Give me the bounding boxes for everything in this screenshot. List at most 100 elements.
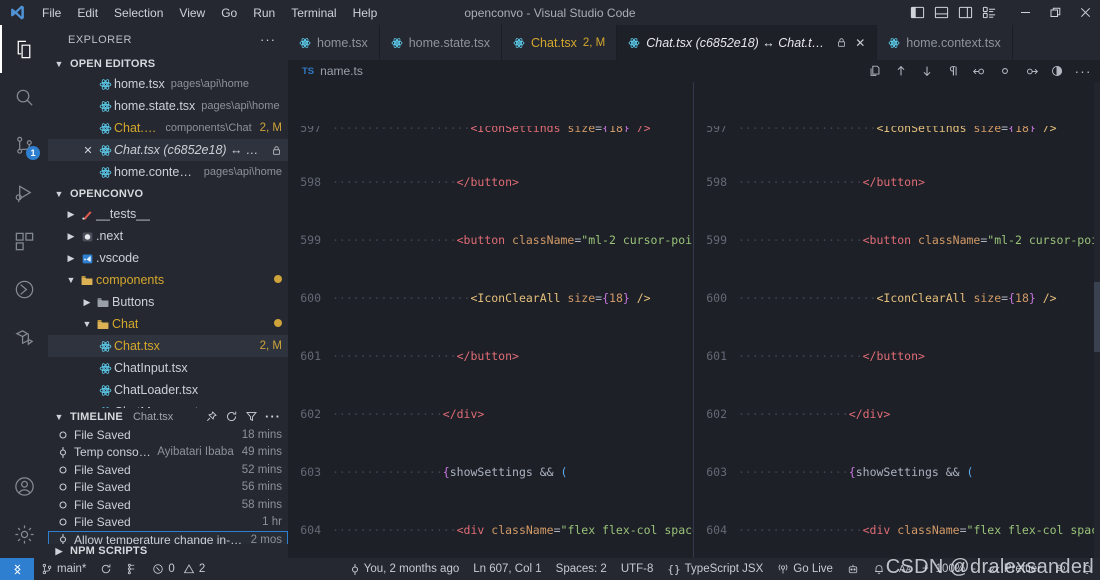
- tab-close-icon[interactable]: ✕: [855, 36, 865, 50]
- more-icon[interactable]: ···: [265, 409, 281, 424]
- menu-selection[interactable]: Selection: [106, 4, 171, 22]
- close-icon[interactable]: ✕: [80, 144, 96, 157]
- status-notifications[interactable]: [1074, 558, 1100, 580]
- activitybar-item-settings[interactable]: [0, 510, 48, 558]
- status-chatgpt[interactable]: [840, 558, 866, 580]
- open-editor-row[interactable]: Chat.tsx components\Chat 2, M: [48, 117, 288, 139]
- remote-window-icon[interactable]: [0, 558, 34, 580]
- menu-terminal[interactable]: Terminal: [283, 4, 344, 22]
- timeline-row[interactable]: File Saved 58 mins: [48, 496, 288, 514]
- filter-icon[interactable]: [245, 410, 258, 423]
- status-alert[interactable]: [866, 558, 892, 580]
- toggle-panel-icon[interactable]: [930, 2, 952, 24]
- collapse-unchanged-icon[interactable]: [968, 60, 990, 82]
- status-encoding[interactable]: UTF-8: [614, 558, 661, 580]
- tree-item-components[interactable]: ▼ components: [48, 269, 288, 291]
- menu-go[interactable]: Go: [213, 4, 245, 22]
- status-branch[interactable]: main*: [34, 558, 93, 580]
- activitybar-item-testing[interactable]: [0, 265, 48, 313]
- status-zoom-level[interactable]: 100%: [933, 558, 968, 580]
- status-problems[interactable]: 0 2: [145, 558, 212, 580]
- open-editor-row-active[interactable]: ✕ Chat.tsx (c6852e18) ↔ Chat.tsx (...: [48, 139, 288, 161]
- menu-help[interactable]: Help: [345, 4, 386, 22]
- toggle-primary-sidebar-icon[interactable]: [906, 2, 928, 24]
- tree-item-chatinput-tsx[interactable]: ChatInput.tsx: [48, 357, 288, 379]
- status-blame[interactable]: You, 2 months ago: [343, 558, 466, 580]
- breadcrumb[interactable]: TS name.ts: [288, 64, 363, 78]
- tab-chat-tsx-diff[interactable]: Chat.tsx (c6852e18) ↔ Chat.tsx (b6bd2122…: [617, 25, 877, 60]
- activitybar-item-extensions[interactable]: [0, 217, 48, 265]
- window-minimize-button[interactable]: [1010, 0, 1040, 25]
- menu-bar[interactable]: File Edit Selection View Go Run Terminal…: [34, 4, 385, 22]
- diff-pane-original[interactable]: 597 ····················<IconSettings si…: [288, 82, 694, 558]
- tree-item-buttons[interactable]: ▶ Buttons: [48, 291, 288, 313]
- pin-icon[interactable]: [205, 410, 218, 423]
- status-cursor-position[interactable]: Ln 607, Col 1: [466, 558, 548, 580]
- section-npm-scripts[interactable]: ▶ NPM SCRIPTS: [48, 544, 288, 558]
- open-editor-row[interactable]: home.context.tsx pages\api\home: [48, 161, 288, 183]
- tab-chat-tsx[interactable]: Chat.tsx 2, M: [502, 25, 617, 60]
- timeline-row[interactable]: File Saved 52 mins: [48, 461, 288, 479]
- tree-item-chat-folder[interactable]: ▼ Chat: [48, 313, 288, 335]
- open-editor-row[interactable]: home.state.tsx pages\api\home: [48, 95, 288, 117]
- status-font-size[interactable]: AA: [892, 558, 918, 580]
- section-open-editors[interactable]: ▼ OPEN EDITORS: [48, 55, 288, 74]
- activitybar-item-search[interactable]: [0, 73, 48, 121]
- toggle-whitespace-icon[interactable]: [942, 60, 964, 82]
- window-close-button[interactable]: [1070, 0, 1100, 25]
- timeline-row[interactable]: File Saved 56 mins: [48, 479, 288, 497]
- stage-change-icon[interactable]: [1020, 60, 1042, 82]
- open-changes-icon[interactable]: [864, 60, 886, 82]
- next-change-icon[interactable]: [916, 60, 938, 82]
- layout-controls[interactable]: [906, 2, 1010, 24]
- diff-pane-modified[interactable]: 597 ····················<IconSettings si…: [694, 82, 1100, 558]
- status-sync[interactable]: [93, 558, 119, 580]
- toggle-secondary-sidebar-icon[interactable]: [954, 2, 976, 24]
- refresh-icon[interactable]: [225, 410, 238, 423]
- scrollbar-thumb[interactable]: [1094, 282, 1100, 352]
- timeline-row-selected[interactable]: Allow temperature change in-con... 2 mos: [48, 531, 288, 544]
- status-language-mode[interactable]: {} TypeScript JSX: [660, 558, 770, 580]
- status-live-share[interactable]: [1048, 558, 1074, 580]
- menu-view[interactable]: View: [171, 4, 213, 22]
- status-zoom-in[interactable]: +: [918, 558, 933, 580]
- status-go-live[interactable]: Go Live: [770, 558, 840, 580]
- status-git-graph[interactable]: [119, 558, 145, 580]
- circle-icon[interactable]: [994, 60, 1016, 82]
- tree-item-chatmessage-tsx[interactable]: ChatMessage.tsx: [48, 401, 288, 407]
- open-editor-row[interactable]: home.tsx pages\api\home: [48, 73, 288, 95]
- activitybar-item-source-control[interactable]: 1: [0, 121, 48, 169]
- tree-item-chatloader-tsx[interactable]: ChatLoader.tsx: [48, 379, 288, 401]
- activitybar-item-explorer[interactable]: [0, 25, 48, 73]
- window-restore-button[interactable]: [1040, 0, 1070, 25]
- tab-home-state-tsx[interactable]: home.state.tsx: [380, 25, 502, 60]
- activitybar-item-remote-explorer[interactable]: [0, 313, 48, 361]
- menu-file[interactable]: File: [34, 4, 69, 22]
- tree-item-tests[interactable]: ▶ __tests__: [48, 203, 288, 225]
- lock-icon[interactable]: [836, 37, 847, 48]
- tree-item-chat-tsx[interactable]: Chat.tsx 2, M: [48, 335, 288, 357]
- previous-change-icon[interactable]: [890, 60, 912, 82]
- section-timeline[interactable]: ▼ TIMELINE Chat.tsx: [48, 408, 288, 427]
- lock-icon[interactable]: [263, 145, 282, 156]
- tree-item-vscode[interactable]: ▶ .vscode: [48, 247, 288, 269]
- status-zoom-out[interactable]: -: [968, 558, 980, 580]
- more-actions-icon[interactable]: ···: [1072, 60, 1094, 82]
- status-indentation[interactable]: Spaces: 2: [549, 558, 614, 580]
- timeline-row[interactable]: File Saved 1 hr: [48, 514, 288, 532]
- open-editor-row[interactable]: TS name.ts pages\api\chat: [48, 183, 288, 185]
- customize-layout-icon[interactable]: [978, 2, 1000, 24]
- sidebar-more-icon[interactable]: ···: [260, 32, 280, 47]
- half-circle-icon[interactable]: [1046, 60, 1068, 82]
- tab-home-tsx[interactable]: home.tsx: [288, 25, 380, 60]
- timeline-row[interactable]: File Saved 18 mins: [48, 426, 288, 444]
- activitybar-item-run-and-debug[interactable]: [0, 169, 48, 217]
- tree-item-next[interactable]: ▶ .next: [48, 225, 288, 247]
- tab-home-context-tsx[interactable]: home.context.tsx: [877, 25, 1013, 60]
- menu-edit[interactable]: Edit: [69, 4, 106, 22]
- section-openconvo[interactable]: ▼ OPENCONVO: [48, 185, 288, 204]
- timeline-row[interactable]: Temp console logs Ayibatari Ibaba 49 min…: [48, 444, 288, 462]
- activitybar-item-accounts[interactable]: [0, 462, 48, 510]
- menu-run[interactable]: Run: [245, 4, 283, 22]
- editor-scrollbar[interactable]: [1094, 82, 1100, 558]
